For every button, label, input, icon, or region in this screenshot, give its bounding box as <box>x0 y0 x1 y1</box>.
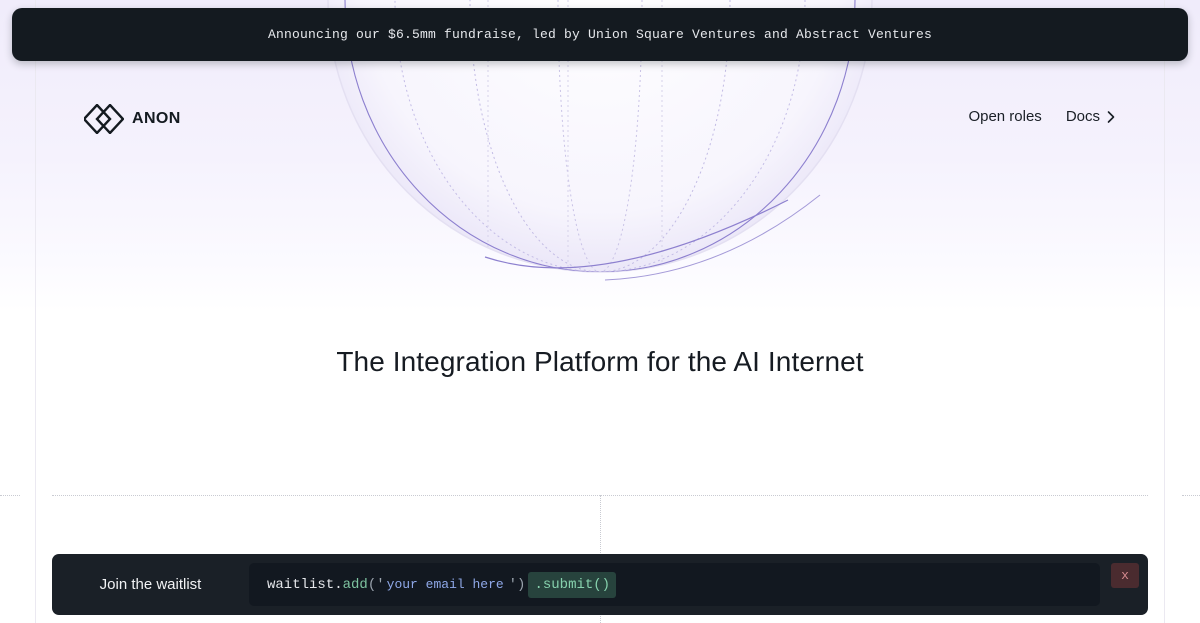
submit-button[interactable]: .submit() <box>528 571 617 598</box>
announcement-text[interactable]: Announcing our $6.5mm fundraise, led by … <box>268 27 932 42</box>
waitlist-bar: Join the waitlist waitlist. add (' ') .s… <box>52 554 1148 615</box>
code-open-paren: (' <box>367 576 385 593</box>
email-input[interactable] <box>384 577 509 592</box>
nav-open-roles-label: Open roles <box>968 108 1042 125</box>
nav-open-roles-link[interactable]: Open roles <box>968 108 1041 125</box>
code-close-paren: ') <box>508 576 526 593</box>
divider-dotted-right-stub <box>1182 495 1200 496</box>
code-object: waitlist. <box>267 576 343 593</box>
top-nav: Open roles Docs <box>968 108 1116 125</box>
landing-page: Announcing our $6.5mm fundraise, led by … <box>0 0 1200 623</box>
interlocking-diamonds-icon <box>84 104 124 134</box>
waitlist-code-input-box: waitlist. add (' ') .submit() <box>249 563 1100 606</box>
chevron-right-icon <box>1107 110 1115 123</box>
close-button[interactable]: x <box>1111 563 1139 588</box>
nav-docs-label: Docs <box>1065 108 1100 125</box>
code-method: add <box>342 576 368 593</box>
brand-name: ANON <box>132 110 181 127</box>
hero-headline: The Integration Platform for the AI Inte… <box>336 346 864 377</box>
nav-docs-link[interactable]: Docs <box>1066 108 1116 125</box>
announcement-banner[interactable]: Announcing our $6.5mm fundraise, led by … <box>12 8 1188 61</box>
frame-border-right <box>1164 0 1165 623</box>
divider-dotted-left-stub <box>0 495 20 496</box>
frame-border-left <box>35 0 36 623</box>
brand-logo[interactable]: ANON <box>84 104 181 134</box>
waitlist-label: Join the waitlist <box>99 576 202 593</box>
